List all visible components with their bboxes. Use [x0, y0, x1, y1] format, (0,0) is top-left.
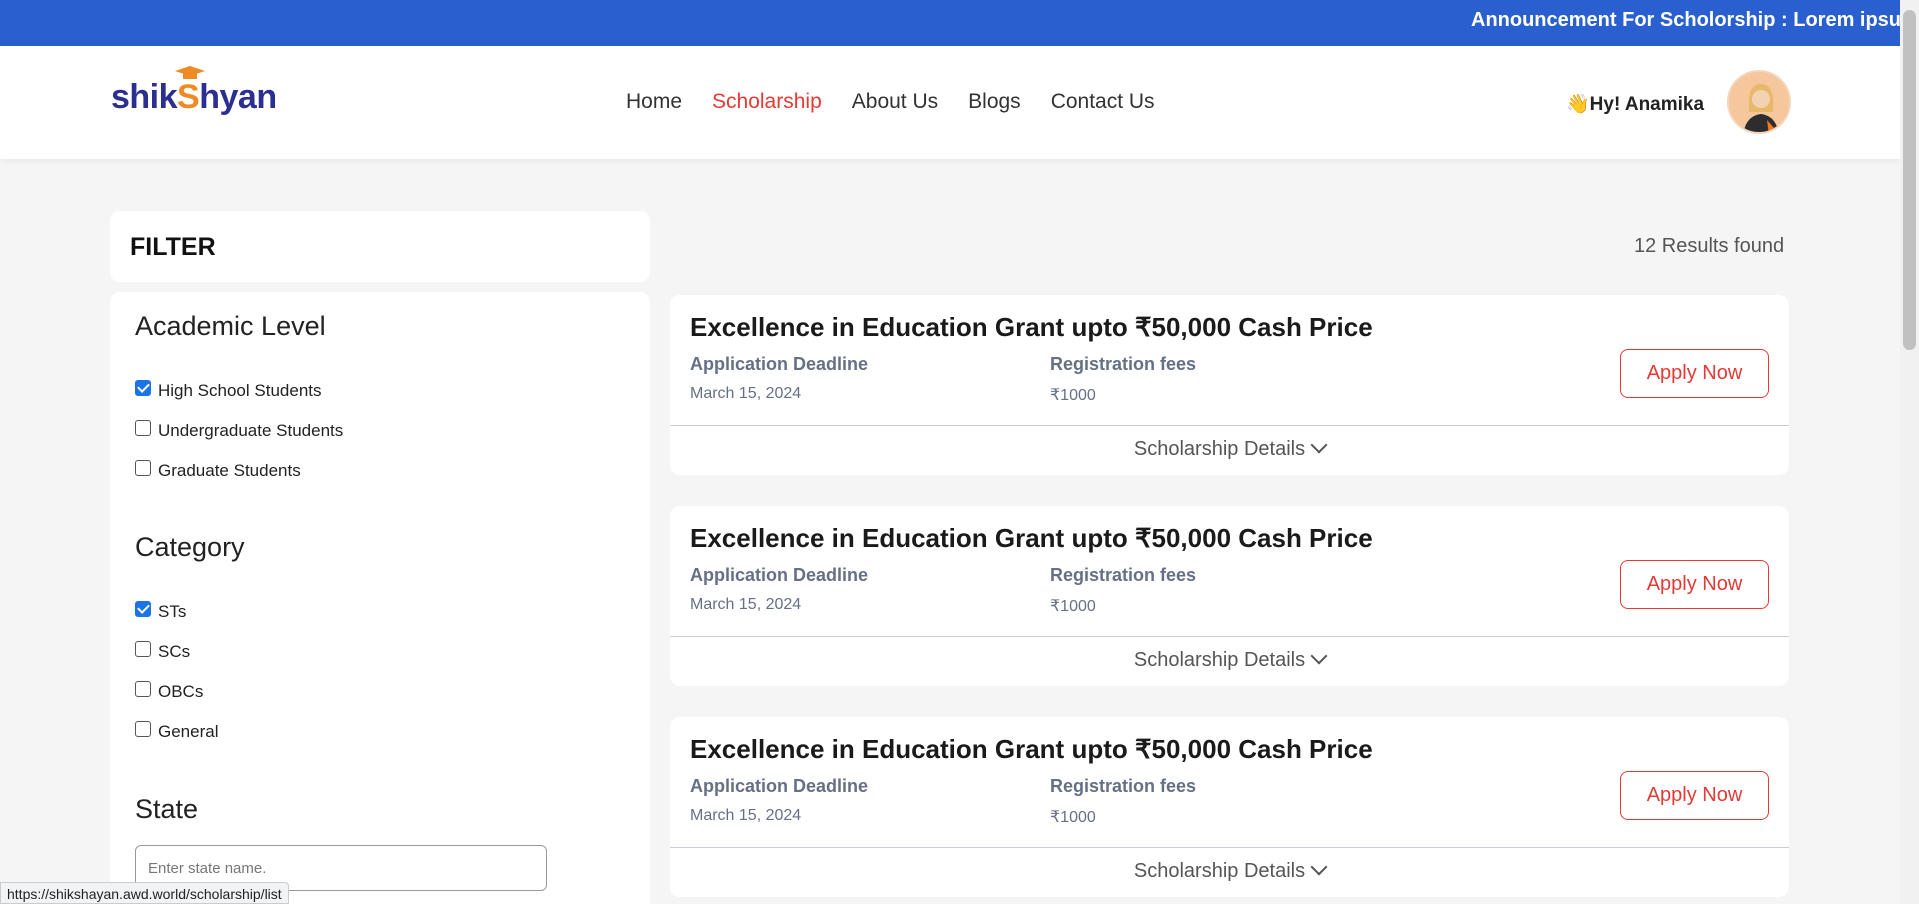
logo-part2: S: [177, 78, 200, 116]
fees-label: Registration fees: [1050, 565, 1197, 585]
checkbox-icon[interactable]: [135, 681, 151, 697]
site-header: shikShyan Home Scholarship About Us Blog…: [0, 46, 1900, 159]
option-label: General: [158, 722, 219, 741]
divider: [670, 636, 1789, 637]
deadline-label: Application Deadline: [690, 565, 869, 585]
filter-general[interactable]: General: [135, 721, 219, 742]
filter-graduate[interactable]: Graduate Students: [135, 460, 301, 481]
option-label: OBCs: [158, 682, 204, 701]
logo-part3: hyan: [199, 78, 277, 116]
state-heading: State: [135, 794, 199, 824]
filter-high-school[interactable]: High School Students: [135, 380, 322, 401]
announcement-text: Announcement For Scholorship : Lorem ips…: [1471, 9, 1900, 31]
announcement-bar: Announcement For Scholorship : Lorem ips…: [0, 0, 1900, 46]
chevron-down-icon: [1310, 647, 1328, 665]
deadline-label: Application Deadline: [690, 354, 869, 374]
option-label: Undergraduate Students: [158, 421, 344, 440]
deadline-label: Application Deadline: [690, 776, 869, 796]
apply-now-button[interactable]: Apply Now: [1620, 771, 1769, 820]
divider: [670, 425, 1789, 426]
page-scrollbar[interactable]: [1900, 0, 1919, 904]
details-label: Scholarship Details: [1133, 860, 1306, 882]
main-nav: Home Scholarship About Us Blogs Contact …: [626, 90, 1185, 114]
chevron-down-icon: [1310, 436, 1328, 454]
fees-value: ₹1000: [1050, 387, 1096, 404]
checkbox-icon[interactable]: [135, 420, 151, 436]
scholarship-title: Excellence in Education Grant upto ₹50,0…: [690, 523, 1373, 553]
site-logo[interactable]: shikShyan: [111, 66, 277, 128]
option-label: SCs: [158, 642, 191, 661]
scrollbar-thumb[interactable]: [1903, 10, 1916, 350]
scholarship-title: Excellence in Education Grant upto ₹50,0…: [690, 734, 1373, 764]
avatar[interactable]: [1727, 70, 1791, 134]
scholarship-card: Excellence in Education Grant upto ₹50,0…: [670, 295, 1789, 475]
filter-scs[interactable]: SCs: [135, 641, 191, 662]
fees-label: Registration fees: [1050, 776, 1197, 796]
deadline-value: March 15, 2024: [690, 807, 802, 824]
apply-now-button[interactable]: Apply Now: [1620, 349, 1769, 398]
scholarship-details-toggle[interactable]: Scholarship Details: [670, 436, 1789, 461]
filter-obcs[interactable]: OBCs: [135, 681, 204, 702]
user-greeting: 👋Hy! Anamika: [1566, 94, 1705, 115]
user-photo-icon: [1729, 72, 1789, 132]
option-label: Graduate Students: [158, 461, 301, 480]
checkbox-icon[interactable]: [135, 460, 151, 476]
apply-now-button[interactable]: Apply Now: [1620, 560, 1769, 609]
checkbox-checked-icon[interactable]: [135, 601, 151, 617]
status-bar-url: https://shikshayan.awd.world/scholarship…: [0, 882, 289, 904]
checkbox-checked-icon[interactable]: [135, 380, 151, 396]
option-label: STs: [158, 602, 187, 621]
filter-panel: Academic Level High School Students Unde…: [110, 292, 650, 904]
option-label: High School Students: [158, 381, 322, 400]
fees-label: Registration fees: [1050, 354, 1197, 374]
filter-sts[interactable]: STs: [135, 601, 187, 622]
academic-level-heading: Academic Level: [135, 311, 326, 341]
divider: [670, 847, 1789, 848]
checkbox-icon[interactable]: [135, 721, 151, 737]
scholarship-details-toggle[interactable]: Scholarship Details: [670, 647, 1789, 672]
scholarship-card: Excellence in Education Grant upto ₹50,0…: [670, 506, 1789, 686]
fees-value: ₹1000: [1050, 598, 1096, 615]
graduation-cap-icon: [175, 66, 205, 79]
nav-blogs[interactable]: Blogs: [968, 90, 1021, 114]
logo-part1: shik: [111, 78, 178, 116]
scholarship-title: Excellence in Education Grant upto ₹50,0…: [690, 312, 1373, 342]
nav-about-us[interactable]: About Us: [852, 90, 938, 114]
checkbox-icon[interactable]: [135, 641, 151, 657]
chevron-down-icon: [1310, 858, 1328, 876]
nav-scholarship[interactable]: Scholarship: [712, 90, 822, 114]
fees-value: ₹1000: [1050, 809, 1096, 826]
filter-header-card: FILTER: [110, 211, 650, 282]
filter-undergraduate[interactable]: Undergraduate Students: [135, 420, 344, 441]
deadline-value: March 15, 2024: [690, 385, 802, 402]
scholarship-details-toggle[interactable]: Scholarship Details: [670, 858, 1789, 883]
details-label: Scholarship Details: [1133, 649, 1306, 671]
filter-title: FILTER: [130, 233, 216, 261]
nav-contact-us[interactable]: Contact Us: [1051, 90, 1155, 114]
category-heading: Category: [135, 532, 245, 562]
deadline-value: March 15, 2024: [690, 596, 802, 613]
results-count: 12 Results found: [1634, 235, 1785, 257]
scholarship-card: Excellence in Education Grant upto ₹50,0…: [670, 717, 1789, 897]
nav-home[interactable]: Home: [626, 90, 682, 114]
details-label: Scholarship Details: [1133, 438, 1306, 460]
